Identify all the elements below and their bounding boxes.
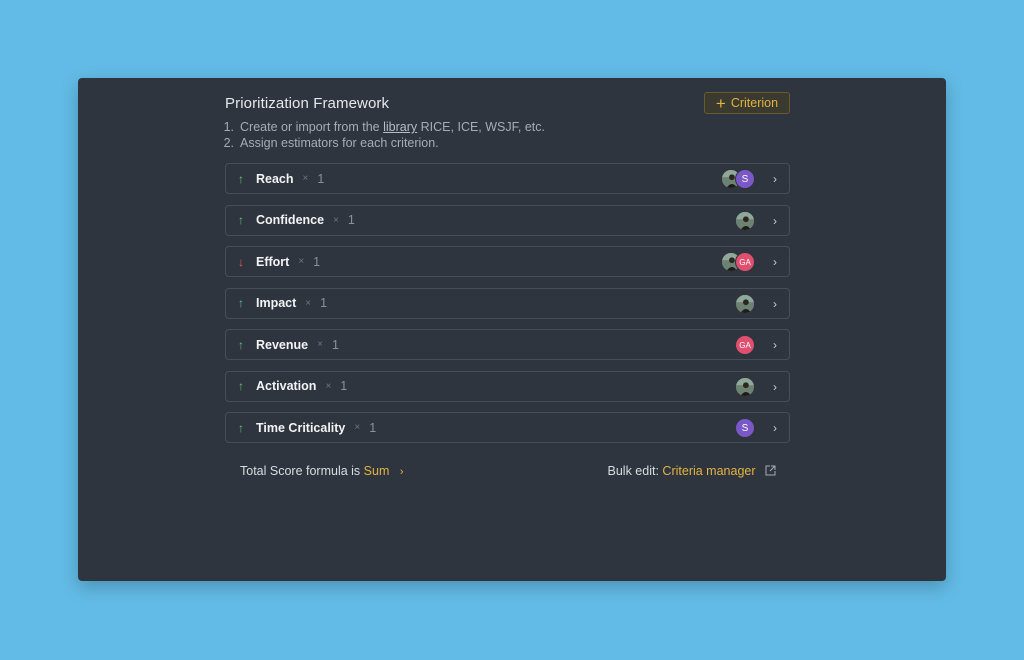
arrow-up-icon: ↑ — [238, 420, 244, 435]
criterion-row[interactable]: ↑ Confidence × 1 › — [225, 204, 790, 236]
panel-title: Prioritization Framework — [225, 95, 390, 112]
estimator-avatars: S — [735, 418, 755, 438]
criterion-name: Revenue — [256, 337, 309, 352]
criterion-weight: 1 — [347, 213, 355, 227]
instruction-step-1: 1. Create or import from the library RIC… — [223, 120, 545, 134]
estimator-avatars: S — [721, 169, 755, 189]
multiply-icon: × — [317, 339, 323, 350]
criterion-weight: 1 — [331, 337, 339, 352]
multiply-icon: × — [305, 297, 312, 309]
criterion-row[interactable]: ↑ Time Criticality × 1 S › — [225, 412, 790, 443]
formula-setting[interactable]: Total Score formula is Sum › — [240, 464, 404, 478]
chevron-right-icon[interactable]: › — [773, 255, 777, 269]
chevron-right-icon[interactable]: › — [773, 380, 777, 394]
criterion-weight: 1 — [317, 171, 325, 186]
formula-value[interactable]: Sum — [364, 464, 390, 478]
criterion-row[interactable]: ↑ Reach × 1 S › — [225, 163, 790, 194]
criterion-name: Effort — [256, 254, 290, 269]
arrow-up-icon: ↑ — [238, 213, 244, 227]
criterion-weight: 1 — [313, 254, 321, 269]
criterion-name: Reach — [256, 171, 294, 186]
add-criterion-label: Criterion — [730, 96, 779, 110]
criterion-name: Confidence — [256, 213, 325, 227]
criterion-row[interactable]: ↑ Activation × 1 › — [225, 370, 790, 402]
multiply-icon: × — [325, 380, 332, 392]
chevron-right-icon[interactable]: › — [773, 297, 777, 311]
estimator-avatars — [735, 293, 755, 314]
chevron-right-icon: › — [399, 466, 404, 478]
bulk-edit: Bulk edit: Criteria manager — [608, 464, 776, 479]
criterion-weight: 1 — [369, 420, 377, 435]
arrow-up-icon: ↑ — [238, 337, 244, 352]
estimator-avatars: GA — [721, 252, 755, 272]
estimator-avatars: GA — [735, 335, 755, 355]
chevron-right-icon[interactable]: › — [773, 172, 777, 186]
criterion-row[interactable]: ↑ Revenue × 1 GA › — [225, 329, 790, 360]
criteria-list: ↑ Reach × 1 S › ↑ Confidence × 1 › ↓ Effort × 1 GA › ↑ Imp… — [225, 163, 790, 454]
criterion-name: Impact — [256, 296, 297, 310]
multiply-icon: × — [354, 422, 361, 433]
multiply-icon: × — [302, 173, 309, 184]
avatar-photo[interactable] — [735, 210, 755, 231]
criterion-weight: 1 — [320, 296, 328, 310]
estimator-avatars — [735, 376, 755, 397]
arrow-up-icon: ↑ — [238, 171, 244, 186]
library-link[interactable]: library — [383, 120, 417, 134]
chevron-right-icon[interactable]: › — [773, 338, 777, 352]
avatar-photo[interactable] — [735, 293, 755, 314]
instructions-list: 1. Create or import from the library RIC… — [222, 119, 545, 151]
avatar-initials[interactable]: GA — [735, 252, 755, 272]
chevron-right-icon[interactable]: › — [773, 421, 777, 435]
avatar-initials[interactable]: GA — [735, 335, 755, 355]
avatar-initials[interactable]: S — [735, 169, 755, 189]
prioritization-panel: Prioritization Framework + Criterion 1. … — [78, 78, 946, 581]
avatar-photo[interactable] — [735, 376, 755, 397]
arrow-up-icon: ↑ — [238, 296, 244, 310]
multiply-icon: × — [298, 256, 305, 267]
arrow-down-icon: ↓ — [238, 254, 244, 269]
plus-icon: + — [715, 93, 726, 113]
multiply-icon: × — [333, 214, 339, 226]
criterion-name: Activation — [256, 379, 317, 393]
criteria-manager-link[interactable]: Criteria manager — [662, 464, 755, 478]
criterion-row[interactable]: ↓ Effort × 1 GA › — [225, 246, 790, 277]
criterion-name: Time Criticality — [256, 420, 346, 435]
criterion-weight: 1 — [340, 379, 348, 393]
add-criterion-button[interactable]: + Criterion — [704, 92, 790, 114]
criterion-row[interactable]: ↑ Impact × 1 › — [225, 287, 790, 319]
external-link-icon — [765, 465, 776, 479]
arrow-up-icon: ↑ — [238, 379, 244, 393]
avatar-initials[interactable]: S — [735, 418, 755, 438]
estimator-avatars — [735, 210, 755, 231]
instruction-step-2: 2. Assign estimators for each criterion. — [223, 136, 439, 150]
chevron-right-icon[interactable]: › — [773, 214, 777, 228]
